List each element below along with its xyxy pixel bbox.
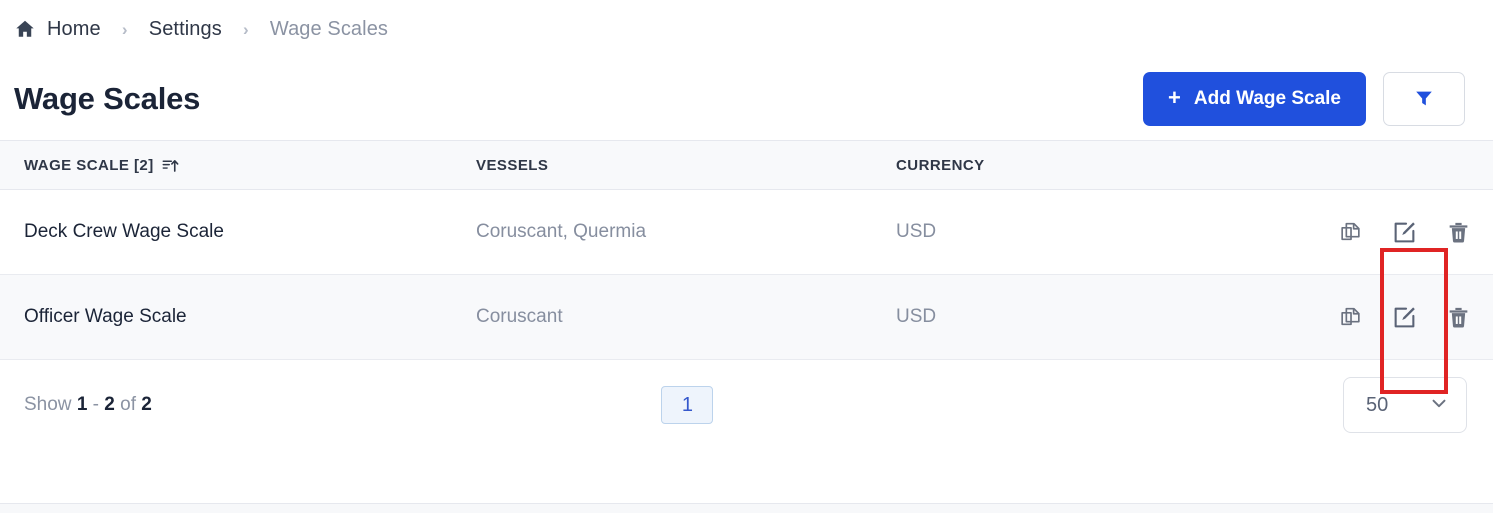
page-button-1[interactable]: 1	[661, 386, 714, 424]
cell-vessels: Coruscant	[476, 306, 563, 327]
wage-scales-page: Home › Settings › Wage Scales Wage Scale…	[0, 0, 1493, 513]
row-actions	[1320, 304, 1493, 330]
filter-funnel-icon	[1413, 87, 1435, 112]
column-header-wage-scale[interactable]: WAGE SCALE [2]	[0, 157, 476, 174]
copy-icon[interactable]	[1337, 219, 1363, 245]
column-header-vessels[interactable]: VESSELS	[476, 157, 896, 174]
breadcrumb-item-home[interactable]: Home	[47, 18, 101, 41]
sort-ascending-icon[interactable]	[162, 157, 179, 174]
filter-button[interactable]	[1383, 72, 1465, 126]
table-header-row: WAGE SCALE [2] VESSELS CURRENCY	[0, 140, 1493, 190]
wage-scales-table: WAGE SCALE [2] VESSELS CURRENCY Deck Cre…	[0, 140, 1493, 450]
breadcrumb: Home › Settings › Wage Scales	[0, 0, 1493, 58]
column-header-wage-scale-label: WAGE SCALE [2]	[24, 156, 154, 174]
page-header: Wage Scales + Add Wage Scale	[0, 58, 1493, 140]
add-wage-scale-button[interactable]: + Add Wage Scale	[1143, 72, 1366, 126]
delete-icon[interactable]	[1445, 219, 1471, 245]
breadcrumb-separator: ›	[121, 19, 128, 39]
table-row[interactable]: Officer Wage Scale Coruscant USD	[0, 275, 1493, 360]
chevron-down-icon	[1428, 392, 1450, 419]
table-footer: Show 1 - 2 of 2 1 50	[0, 360, 1493, 450]
copy-icon[interactable]	[1337, 304, 1363, 330]
column-header-currency[interactable]: CURRENCY	[896, 157, 1320, 174]
edit-icon[interactable]	[1391, 219, 1417, 245]
pagination: 1	[32, 386, 1343, 424]
delete-icon[interactable]	[1445, 304, 1471, 330]
rows-per-page-select[interactable]: 50	[1343, 377, 1467, 433]
breadcrumb-separator: ›	[242, 19, 249, 39]
breadcrumb-item-wage-scales: Wage Scales	[269, 17, 389, 40]
table-row[interactable]: Deck Crew Wage Scale Coruscant, Quermia …	[0, 190, 1493, 275]
header-actions: + Add Wage Scale	[1143, 72, 1465, 126]
cell-wage-scale-name: Deck Crew Wage Scale	[24, 221, 224, 242]
row-actions	[1320, 219, 1493, 245]
cell-currency: USD	[896, 306, 937, 327]
cell-vessels: Coruscant, Quermia	[476, 221, 647, 242]
rows-per-page-value: 50	[1366, 393, 1389, 416]
edit-icon[interactable]	[1391, 304, 1417, 330]
cell-wage-scale-name: Officer Wage Scale	[24, 306, 187, 327]
home-icon[interactable]	[14, 18, 36, 40]
plus-icon: +	[1168, 85, 1181, 110]
cell-currency: USD	[896, 221, 937, 242]
add-wage-scale-label: Add Wage Scale	[1193, 88, 1341, 109]
page-title: Wage Scales	[14, 81, 201, 116]
breadcrumb-item-settings[interactable]: Settings	[149, 18, 222, 41]
page-bottom-strip	[0, 503, 1493, 513]
